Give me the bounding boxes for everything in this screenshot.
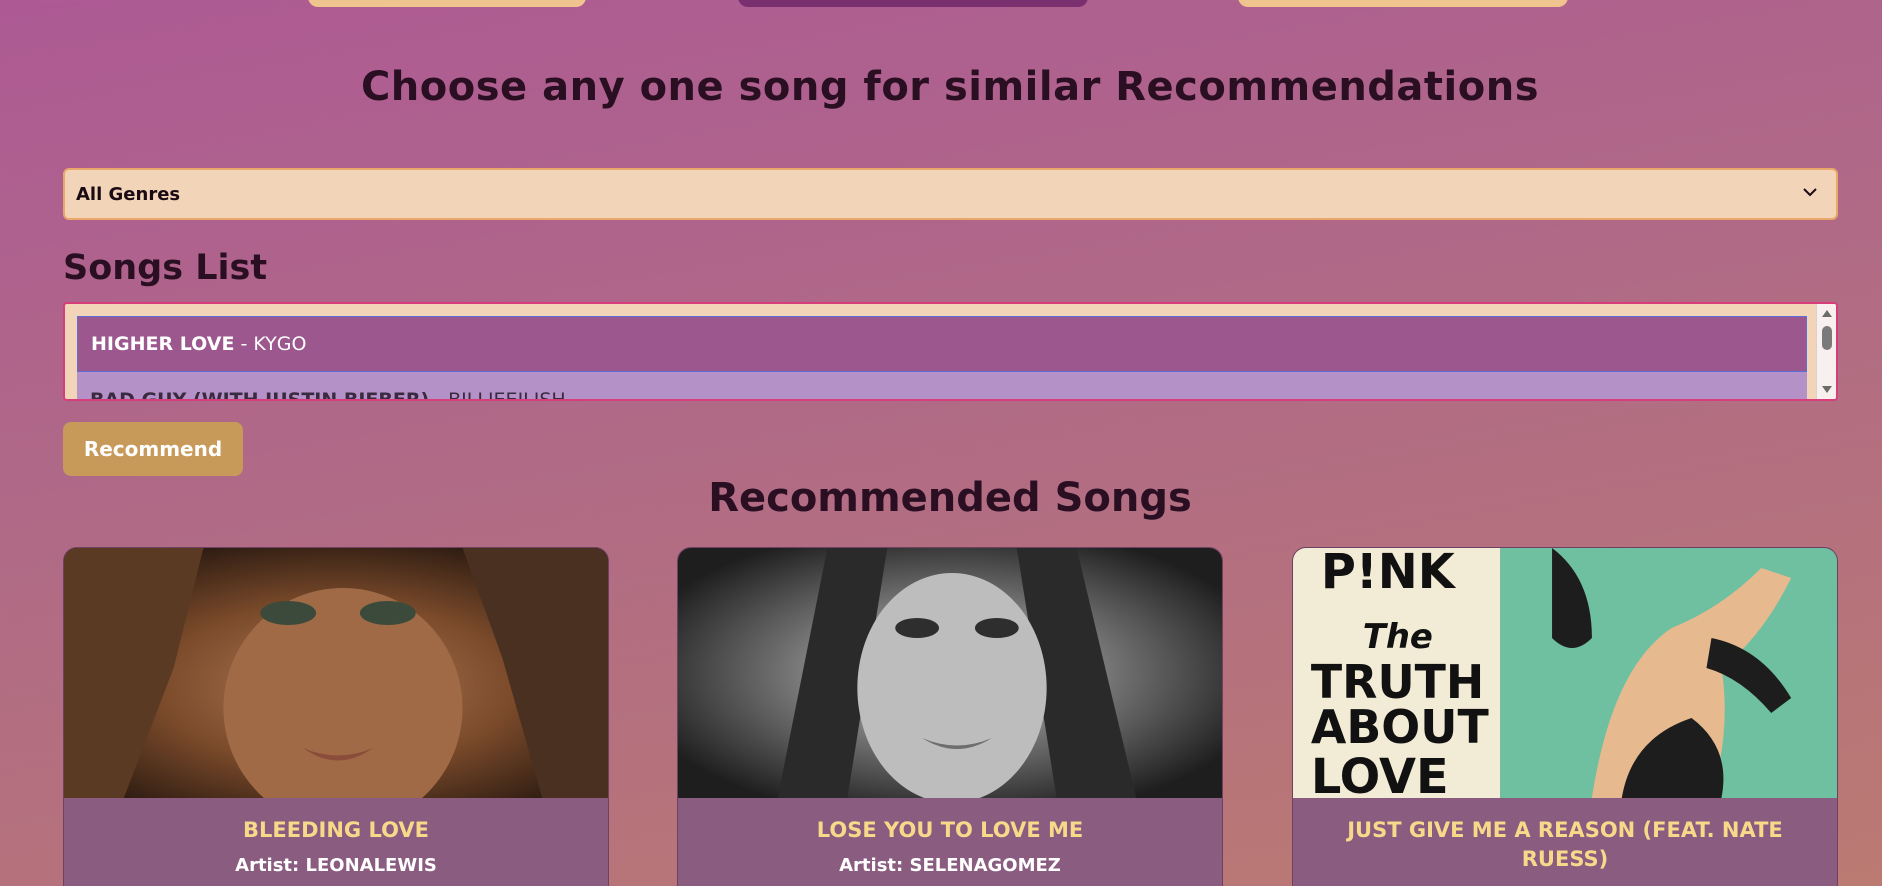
card-song-title: BLEEDING LOVE	[243, 818, 429, 842]
song-option-selected[interactable]: HIGHER LOVE - KYGO	[77, 316, 1807, 372]
card-artist: Artist: LEONALEWIS	[235, 855, 437, 876]
page-title: Choose any one song for similar Recommen…	[360, 64, 1540, 110]
svg-text:P!NK: P!NK	[1321, 548, 1457, 600]
nav-button-left[interactable]	[308, 0, 586, 7]
nav-button-right[interactable]	[1238, 0, 1568, 7]
song-artist: KYGO	[253, 333, 307, 355]
song-title: BAD GUY (WITH JUSTIN BIEBER)	[90, 389, 430, 401]
recommendation-card[interactable]: LOSE YOU TO LOVE ME Artist: SELENAGOMEZ	[677, 547, 1223, 886]
card-meta: JUST GIVE ME A REASON (FEAT. NATE RUESS)	[1293, 798, 1837, 886]
song-separator: -	[234, 333, 254, 355]
chevron-down-icon	[1803, 188, 1817, 197]
song-artist: BILLIEEILISH	[448, 389, 566, 401]
svg-text:LOVE: LOVE	[1311, 750, 1449, 798]
recommendation-card[interactable]: BLEEDING LOVE Artist: LEONALEWIS	[63, 547, 609, 886]
songs-list-scrollbar[interactable]	[1816, 304, 1836, 399]
album-art	[64, 548, 608, 798]
scroll-down-icon[interactable]	[1821, 385, 1833, 395]
scrollbar-thumb[interactable]	[1822, 326, 1832, 350]
songs-list-heading: Songs List	[63, 248, 268, 288]
song-option[interactable]: BAD GUY (WITH JUSTIN BIEBER) - BILLIEEIL…	[77, 372, 1807, 401]
card-song-title: LOSE YOU TO LOVE ME	[816, 818, 1084, 842]
song-title: HIGHER LOVE	[91, 333, 235, 355]
card-meta: LOSE YOU TO LOVE ME Artist: SELENAGOMEZ	[678, 798, 1222, 886]
album-art: P!NK The TRUTH ABOUT LOVE	[1293, 548, 1837, 798]
songs-list[interactable]: HIGHER LOVE - KYGO BAD GUY (WITH JUSTIN …	[63, 302, 1838, 401]
scroll-up-icon[interactable]	[1821, 308, 1833, 318]
recommended-songs-heading: Recommended Songs	[708, 475, 1192, 521]
card-song-title: JUST GIVE ME A REASON (FEAT. NATE RUESS)	[1347, 818, 1783, 871]
genre-select-value: All Genres	[76, 183, 181, 205]
card-meta: BLEEDING LOVE Artist: LEONALEWIS	[64, 798, 608, 886]
recommend-button[interactable]: Recommend	[63, 422, 243, 476]
svg-text:The: The	[1363, 618, 1433, 657]
song-separator: -	[429, 389, 449, 401]
nav-button-active[interactable]	[738, 0, 1088, 7]
album-art	[678, 548, 1222, 798]
card-artist: Artist: SELENAGOMEZ	[839, 855, 1061, 876]
svg-text:ABOUT: ABOUT	[1311, 700, 1489, 754]
recommendation-card[interactable]: P!NK The TRUTH ABOUT LOVE JUST GIVE ME A…	[1292, 547, 1838, 886]
genre-select[interactable]: All Genres	[63, 168, 1838, 220]
